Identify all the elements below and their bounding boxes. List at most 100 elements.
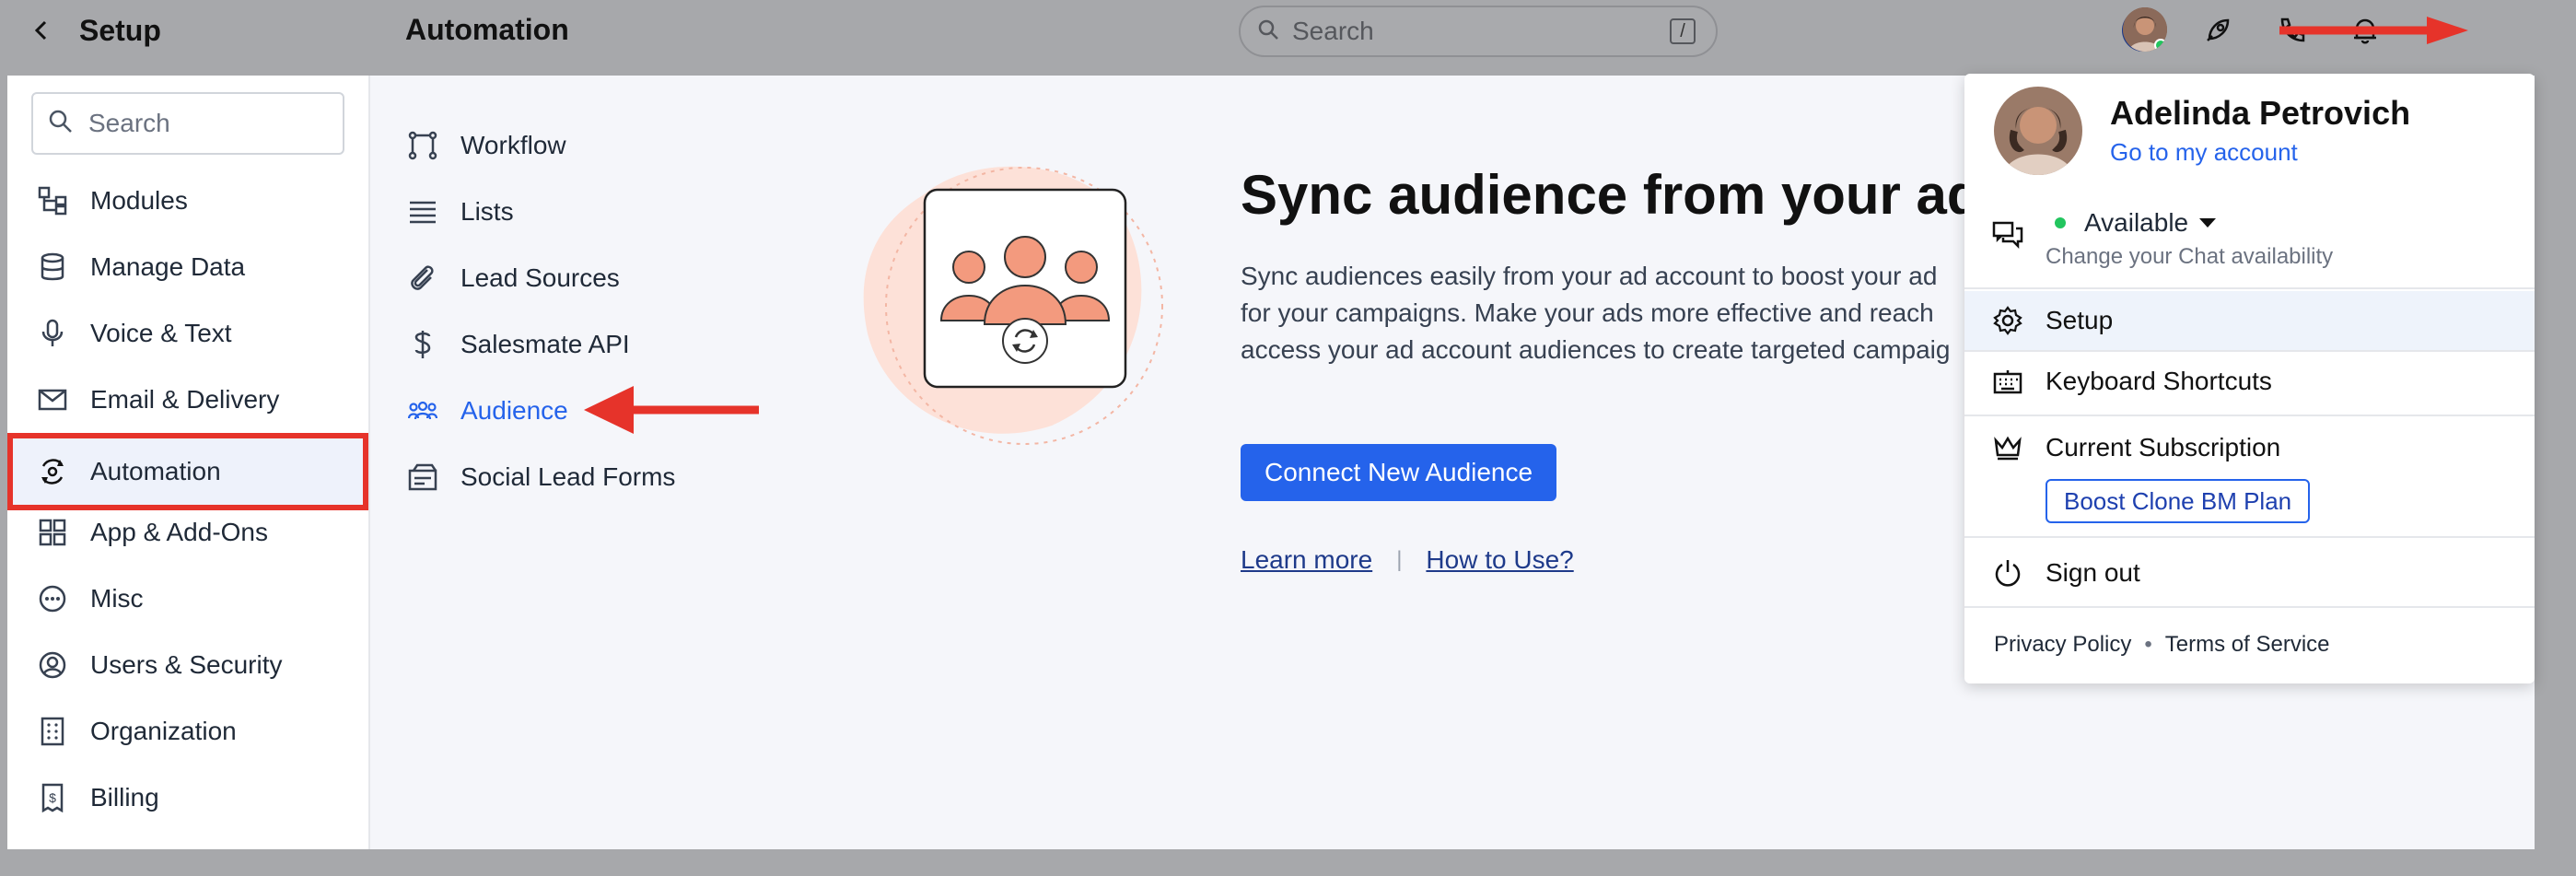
link-icon [407, 263, 438, 294]
power-icon [1992, 557, 2023, 589]
learn-more-link[interactable]: Learn more [1241, 545, 1372, 575]
footer-separator: • [2144, 632, 2152, 657]
menu-item-label: Sign out [2046, 558, 2140, 587]
submenu-item-label: Lists [460, 197, 514, 226]
menu-divider [1964, 415, 2535, 416]
search-placeholder: Search [1292, 17, 1374, 45]
submenu-item-workflow[interactable]: Workflow [407, 118, 566, 173]
menu-divider [1964, 287, 2535, 289]
submenu-item-social-lead-forms[interactable]: Social Lead Forms [407, 450, 675, 505]
subscription-plan-badge[interactable]: Boost Clone BM Plan [2046, 479, 2311, 523]
menu-item-sign-out[interactable]: Sign out [1964, 543, 2535, 602]
automation-icon [37, 456, 68, 487]
submenu-item-label: Lead Sources [460, 263, 620, 292]
profile-avatar [1994, 87, 2082, 175]
help-links: Learn more | How to Use? [1241, 545, 1574, 575]
setup-title: Setup [79, 13, 161, 47]
search-icon [48, 109, 74, 139]
caret-down-icon [2199, 218, 2217, 228]
menu-item-label: Keyboard Shortcuts [2046, 367, 2272, 395]
setup-header: Setup [0, 0, 368, 61]
sidebar-item-label: App & Add-Ons [90, 518, 269, 546]
sidebar-item-app-addons[interactable]: App & Add-Ons [7, 499, 368, 566]
privacy-policy-link[interactable]: Privacy Policy [1994, 632, 2131, 658]
sidebar-item-label: Voice & Text [90, 319, 232, 347]
online-status-dot [2154, 39, 2167, 52]
form-icon [407, 461, 438, 493]
audience-sync-illustration [863, 166, 1163, 445]
workflow-icon [407, 130, 438, 161]
annotation-arrow-audience [584, 386, 759, 434]
availability-dropdown[interactable]: Available [2046, 208, 2217, 238]
submenu-item-label: Audience [460, 396, 568, 425]
search-icon [1257, 18, 1279, 45]
submenu-item-audience[interactable]: Audience [407, 383, 568, 438]
building-icon [37, 716, 68, 747]
sidebar-item-label: Billing [90, 783, 159, 812]
crown-icon [1992, 432, 2023, 463]
sidebar-item-modules[interactable]: Modules [7, 168, 368, 234]
sidebar-search-placeholder: Search [88, 109, 170, 137]
submenu-item-label: Social Lead Forms [460, 462, 676, 491]
keyboard-icon [1992, 366, 2023, 397]
how-to-use-link[interactable]: How to Use? [1426, 545, 1573, 575]
menu-item-setup[interactable]: Setup [1964, 291, 2535, 350]
overlay-bottom-strip [0, 849, 2576, 876]
submenu-item-label: Workflow [460, 131, 566, 159]
sidebar-item-organization[interactable]: Organization [7, 698, 368, 765]
receipt-icon: $ [37, 782, 68, 813]
search-shortcut-key: / [1670, 18, 1696, 44]
user-avatar[interactable] [2123, 7, 2167, 52]
sidebar-item-users-security[interactable]: Users & Security [7, 632, 368, 698]
sidebar-item-billing[interactable]: $ Billing [7, 765, 368, 831]
rocket-icon[interactable] [2197, 9, 2239, 52]
database-icon [37, 251, 68, 283]
menu-item-current-subscription: Current Subscription [1964, 418, 2535, 477]
sidebar-item-label: Automation [90, 457, 221, 485]
menu-item-label: Current Subscription [2046, 433, 2281, 461]
profile-dropdown-menu: Adelinda Petrovich Go to my account Avai… [1964, 74, 2535, 683]
sidebar-item-label: Manage Data [90, 252, 246, 281]
annotation-arrow-top [2279, 17, 2468, 44]
sidebar-search-input[interactable]: Search [31, 92, 344, 155]
availability-hint: Change your Chat availability [2046, 244, 2334, 269]
sidebar-item-label: Modules [90, 186, 188, 215]
grid-icon [37, 517, 68, 548]
sidebar-item-label: Users & Security [90, 650, 283, 679]
terms-of-service-link[interactable]: Terms of Service [2165, 632, 2330, 658]
microphone-icon [37, 318, 68, 349]
submenu-item-lists[interactable]: Lists [407, 184, 514, 239]
submenu-item-lead-sources[interactable]: Lead Sources [407, 251, 620, 306]
user-circle-icon [37, 649, 68, 681]
sidebar-item-manage-data[interactable]: Manage Data [7, 234, 368, 300]
setup-sidebar: Search Modules Manage Data Voice & Text … [7, 76, 368, 849]
sidebar-item-label: Email & Delivery [90, 385, 280, 414]
back-arrow-icon[interactable] [28, 17, 55, 44]
menu-item-label: Setup [2046, 306, 2114, 334]
menu-divider [1964, 536, 2535, 538]
connect-new-audience-button[interactable]: Connect New Audience [1241, 444, 1557, 501]
audience-icon [407, 395, 438, 426]
availability-status: Available [2084, 208, 2189, 237]
profile-name: Adelinda Petrovich [2110, 94, 2411, 132]
api-icon [407, 329, 438, 360]
profile-menu-footer: Privacy Policy • Terms of Service [1994, 632, 2330, 658]
sidebar-item-email-delivery[interactable]: Email & Delivery [7, 367, 368, 433]
link-separator: | [1396, 547, 1403, 572]
available-status-dot [2055, 217, 2066, 228]
submenu-item-label: Salesmate API [460, 330, 630, 358]
global-search-input[interactable]: Search / [1239, 6, 1718, 57]
envelope-icon [37, 384, 68, 415]
submenu-item-salesmate-api[interactable]: Salesmate API [407, 317, 630, 372]
menu-item-keyboard-shortcuts[interactable]: Keyboard Shortcuts [1964, 352, 2535, 411]
sidebar-item-label: Misc [90, 584, 144, 613]
svg-text:$: $ [49, 790, 56, 805]
list-icon [407, 196, 438, 228]
sidebar-item-voice-text[interactable]: Voice & Text [7, 300, 368, 367]
sidebar-item-misc[interactable]: Misc [7, 566, 368, 632]
go-to-account-link[interactable]: Go to my account [2110, 138, 2298, 167]
hero-title: Sync audience from your ads [1241, 164, 2011, 226]
gear-icon [1992, 305, 2023, 336]
page-title: Automation [405, 13, 569, 46]
more-circle-icon [37, 583, 68, 614]
